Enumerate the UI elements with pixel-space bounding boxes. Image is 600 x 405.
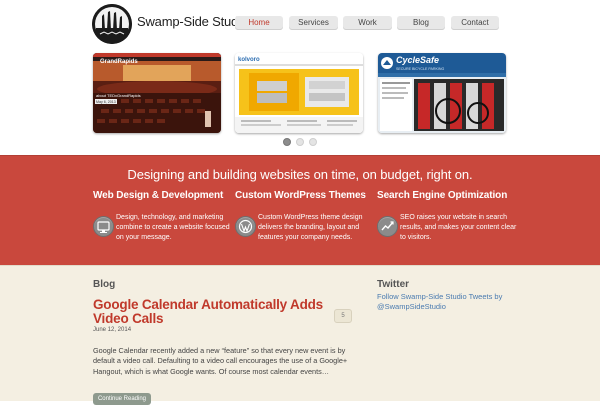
nav-item-blog[interactable]: Blog [397, 16, 445, 30]
feature-seo: Search Engine Optimization SEO raises yo… [377, 190, 517, 241]
feature-title[interactable]: Custom WordPress Themes [235, 190, 375, 201]
feature-wordpress: Custom WordPress Themes Custom WordPress… [235, 190, 375, 241]
slide-caption: about TEDxGrandRapids [96, 93, 141, 98]
site-title[interactable]: Swamp-Side Studio [137, 14, 248, 29]
twitter-heading: Twitter [377, 279, 410, 290]
slide-logo-text: CycleSafe [396, 55, 439, 65]
continue-reading-button[interactable]: Continue Reading [93, 393, 151, 405]
post-excerpt: Google Calendar recently added a new “fe… [93, 346, 348, 376]
site-logo[interactable] [92, 4, 132, 44]
portfolio-slider: GrandRapids about TEDxGrandRapids May 6,… [93, 53, 506, 133]
slider-dot-2[interactable] [296, 138, 304, 146]
slide-kolvoro[interactable]: kolvoro [235, 53, 363, 133]
nav-item-contact[interactable]: Contact [451, 16, 499, 30]
nav-item-work[interactable]: Work [343, 16, 392, 30]
office-furniture-image: kolvoro [235, 53, 363, 133]
feature-text: SEO raises your website in search result… [400, 214, 517, 241]
twitter-follow-link[interactable]: Follow Swamp-Side Studio Tweets by @Swam… [377, 292, 517, 311]
nav-item-home[interactable]: Home [235, 16, 283, 30]
comment-count-badge[interactable]: 5 [334, 309, 352, 323]
slide-cyclesafe[interactable]: CycleSafe SECURE BICYCLE PARKING [378, 53, 506, 133]
tagline: Designing and building websites on time,… [127, 167, 473, 182]
trend-chart-icon [377, 216, 398, 237]
cypress-tree-logo-icon [92, 4, 132, 44]
content-area [0, 265, 600, 401]
theater-image: GrandRapids about TEDxGrandRapids May 6,… [93, 53, 221, 133]
bike-parking-image: CycleSafe SECURE BICYCLE PARKING [378, 53, 506, 133]
post-title-link[interactable]: Google Calendar Automatically Adds Video… [93, 298, 333, 326]
nav-item-services[interactable]: Services [289, 16, 338, 30]
feature-title[interactable]: Search Engine Optimization [377, 190, 517, 201]
slide-logo-text: GrandRapids [100, 59, 138, 65]
slide-logo-text: kolvoro [238, 57, 260, 63]
monitor-icon [93, 216, 114, 237]
slide-grand-rapids[interactable]: GrandRapids about TEDxGrandRapids May 6,… [93, 53, 221, 133]
slider-dot-1[interactable] [283, 138, 291, 146]
slide-date: May 6, 2013 [96, 100, 116, 104]
feature-web-design: Web Design & Development Design, technol… [93, 190, 233, 241]
feature-text: Design, technology, and marketing combin… [116, 214, 230, 241]
slider-dot-3[interactable] [309, 138, 317, 146]
site-header: Swamp-Side Studio Home Services Work Blo… [0, 0, 600, 155]
feature-text: Custom WordPress theme design delivers t… [258, 214, 363, 241]
slide-subtext: SECURE BICYCLE PARKING [396, 67, 444, 71]
feature-title[interactable]: Web Design & Development [93, 190, 233, 201]
wordpress-icon [235, 216, 256, 237]
post-date: June 12, 2014 [93, 327, 132, 333]
blog-heading: Blog [93, 279, 116, 290]
